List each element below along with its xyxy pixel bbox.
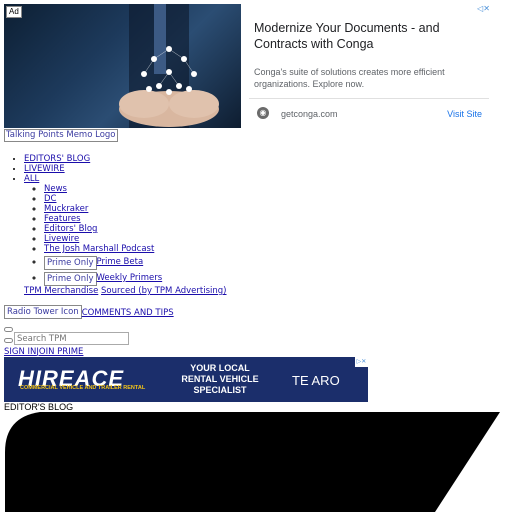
submenu-link[interactable]: Muckraker <box>44 204 88 214</box>
merchandise-link[interactable]: TPM Merchandise <box>24 286 98 296</box>
radio-tower-icon[interactable]: Radio Tower Icon <box>4 305 82 319</box>
submenu-link[interactable]: Weekly Primers <box>97 273 163 283</box>
submenu-item[interactable]: Features <box>44 214 162 224</box>
submenu-item[interactable]: DC <box>44 194 162 204</box>
ad-divider <box>249 98 489 99</box>
nav-submenu: News DC Muckraker Features Editors' Blog… <box>24 184 162 286</box>
banner-ad[interactable]: HIREACE COMMERCIAL VEHICLE AND TRAILER R… <box>4 357 368 402</box>
sourced-link[interactable]: Sourced (by TPM Advertising) <box>101 286 227 296</box>
ad-visit-site-link[interactable]: Visit Site <box>447 109 482 119</box>
main-nav: EDITORS' BLOG LIVEWIRE ALL News DC Muckr… <box>4 154 162 286</box>
site-logo[interactable]: Talking Points Memo Logo <box>4 129 118 142</box>
submenu-item-weekly-primers[interactable]: Prime OnlyWeekly Primers <box>44 270 162 286</box>
nav-item-editors-blog[interactable]: EDITORS' BLOG <box>24 154 162 164</box>
ad-close-icon[interactable]: ◁✕ <box>474 4 490 14</box>
banner-tagline: COMMERCIAL VEHICLE AND TRAILER RENTAL <box>20 385 146 391</box>
ad-headline[interactable]: Modernize Your Documents - and Contracts… <box>254 20 479 52</box>
join-prime-link[interactable]: JOIN PRIME <box>36 347 83 357</box>
section-heading: EDITOR'S BLOG <box>4 402 74 412</box>
submenu-item[interactable]: Muckraker <box>44 204 162 214</box>
large-logo-shape <box>5 412 500 512</box>
banner-close-icon[interactable]: ▷✕ <box>355 357 368 367</box>
submenu-link[interactable]: Features <box>44 214 81 224</box>
submenu-link[interactable]: DC <box>44 194 56 204</box>
search-input[interactable] <box>14 332 129 345</box>
ad-domain[interactable]: getconga.com <box>281 109 338 119</box>
sign-in-link[interactable]: SIGN IN <box>4 347 36 357</box>
submenu-link[interactable]: Editors' Blog <box>44 224 97 234</box>
submenu-item-prime-beta[interactable]: Prime OnlyPrime Beta <box>44 254 162 270</box>
submenu-link[interactable]: The Josh Marshall Podcast <box>44 244 154 254</box>
nav-link[interactable]: EDITORS' BLOG <box>24 154 90 164</box>
people-network-icon <box>119 4 219 128</box>
submenu-item[interactable]: Livewire <box>44 234 162 244</box>
banner-location: TE ARO <box>292 373 340 388</box>
top-ad[interactable]: Ad ◁✕ Modernize Your Documents - and Con… <box>4 4 490 128</box>
comments-tips-link[interactable]: COMMENTS AND TIPS <box>82 308 174 318</box>
secondary-links: TPM Merchandise Sourced (by TPM Advertis… <box>24 286 227 296</box>
submenu-link[interactable]: Prime Beta <box>97 257 144 267</box>
globe-icon: ◉ <box>257 107 269 119</box>
account-links: SIGN INJOIN PRIME <box>4 347 83 357</box>
nav-link[interactable]: ALL <box>24 174 39 184</box>
ad-description[interactable]: Conga's suite of solutions creates more … <box>254 66 484 90</box>
nav-item-all[interactable]: ALL News DC Muckraker Features Editors' … <box>24 174 162 286</box>
submenu-link[interactable]: Livewire <box>44 234 79 244</box>
submenu-item[interactable]: The Josh Marshall Podcast <box>44 244 162 254</box>
toggle-control[interactable] <box>4 338 13 343</box>
submenu-link[interactable]: News <box>44 184 67 194</box>
ad-badge: Ad <box>6 6 22 18</box>
toggle-control[interactable] <box>4 327 13 332</box>
nav-item-livewire[interactable]: LIVEWIRE <box>24 164 162 174</box>
nav-link[interactable]: LIVEWIRE <box>24 164 65 174</box>
prime-only-badge: Prime Only <box>44 272 97 286</box>
prime-only-badge: Prime Only <box>44 256 97 270</box>
banner-message: YOUR LOCAL RENTAL VEHICLE SPECIALIST <box>181 363 259 395</box>
submenu-item[interactable]: Editors' Blog <box>44 224 162 234</box>
radio-row: Radio Tower Icon COMMENTS AND TIPS <box>4 305 174 319</box>
ad-image[interactable] <box>4 4 241 128</box>
submenu-item[interactable]: News <box>44 184 162 194</box>
